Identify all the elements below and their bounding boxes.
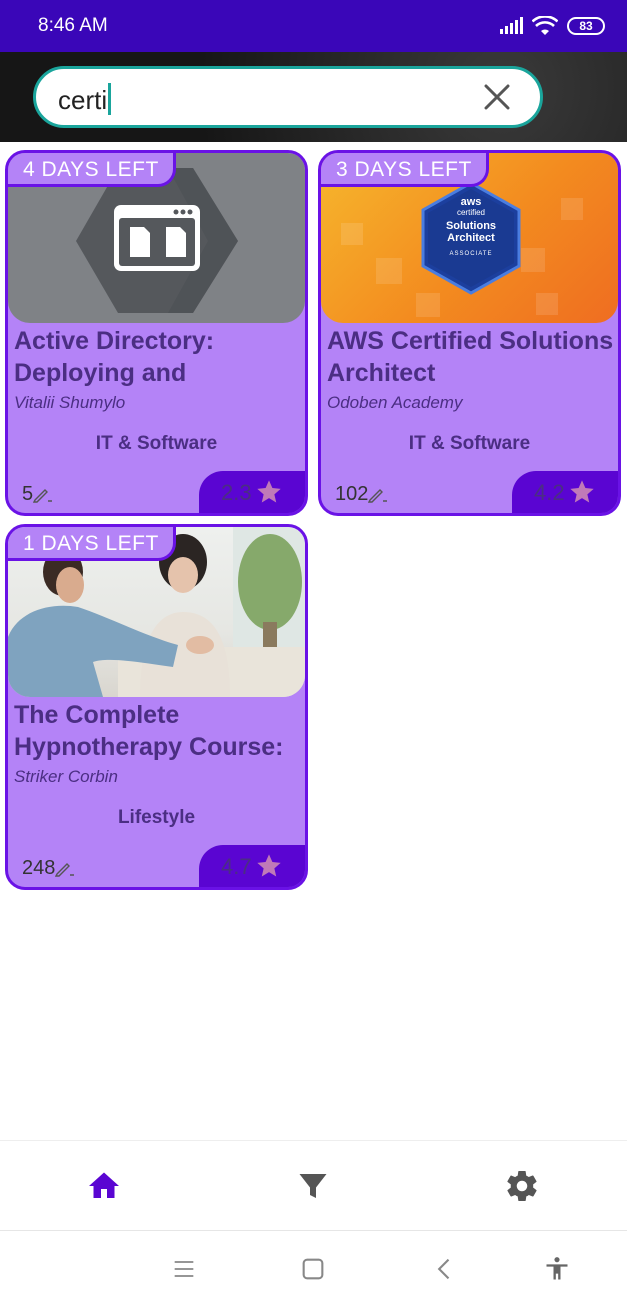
star-icon bbox=[570, 480, 594, 503]
days-left-badge: 4 DAYS LEFT bbox=[8, 153, 176, 187]
battery-indicator: 83 bbox=[567, 17, 605, 35]
rating-value: 4.2 bbox=[534, 480, 565, 505]
pen-icon bbox=[368, 488, 388, 503]
filter-icon[interactable] bbox=[295, 1168, 331, 1204]
course-author: Striker Corbin bbox=[14, 767, 118, 786]
search-header: certi bbox=[0, 52, 627, 142]
rating-tab: 2.3 bbox=[199, 471, 305, 513]
text-caret bbox=[108, 83, 112, 115]
search-query: certi bbox=[58, 85, 108, 115]
days-left-badge: 1 DAYS LEFT bbox=[8, 527, 176, 561]
accessibility-icon[interactable] bbox=[543, 1255, 571, 1283]
rating-value: 2.3 bbox=[221, 480, 252, 505]
rating-tab: 4.7 bbox=[199, 845, 305, 887]
review-count: 5 bbox=[22, 483, 34, 505]
search-input[interactable]: certi bbox=[33, 66, 543, 128]
pen-icon bbox=[55, 862, 75, 877]
rating-value: 4.7 bbox=[221, 854, 252, 879]
review-count: 102 bbox=[335, 483, 369, 505]
course-card[interactable]: aws certified Solutions Architect ASSOCI… bbox=[318, 150, 621, 516]
rating-tab: 4.2 bbox=[512, 471, 618, 513]
signal-icon bbox=[500, 17, 523, 34]
course-author: Odoben Academy bbox=[327, 393, 463, 412]
review-count: 248 bbox=[22, 857, 56, 879]
star-icon bbox=[257, 854, 281, 877]
menu-icon[interactable] bbox=[170, 1255, 198, 1283]
bottom-navigation bbox=[0, 1140, 627, 1230]
home-square-icon[interactable] bbox=[299, 1255, 327, 1283]
course-card[interactable]: 1 DAYS LEFT The Complete Hypnotherapy Co… bbox=[5, 524, 308, 890]
course-title: Active Directory: Deploying and bbox=[14, 327, 215, 387]
aws-certified: certified bbox=[456, 208, 485, 217]
course-card[interactable]: 4 DAYS LEFT Active Directory: Deploying … bbox=[5, 150, 308, 516]
badge-architect: Architect bbox=[447, 232, 495, 244]
back-icon[interactable] bbox=[431, 1255, 459, 1283]
course-category: Lifestyle bbox=[117, 807, 196, 828]
star-icon bbox=[257, 480, 281, 503]
course-author: Vitalii Shumylo bbox=[14, 393, 126, 412]
course-title: AWS Certified Solutions Architect bbox=[327, 327, 614, 387]
badge-solutions: Solutions bbox=[445, 220, 497, 232]
home-icon[interactable] bbox=[86, 1168, 122, 1204]
course-category: IT & Software bbox=[95, 433, 218, 454]
settings-icon[interactable] bbox=[504, 1168, 540, 1204]
status-time: 8:46 AM bbox=[38, 15, 108, 36]
badge-associate: ASSOCIATE bbox=[449, 251, 493, 257]
clear-search-icon[interactable] bbox=[482, 82, 512, 112]
days-left-badge: 3 DAYS LEFT bbox=[321, 153, 489, 187]
system-navigation-bar bbox=[0, 1230, 627, 1306]
course-category: IT & Software bbox=[408, 433, 531, 454]
course-title: The Complete Hypnotherapy Course: bbox=[14, 701, 284, 761]
aws-brand: aws bbox=[460, 196, 482, 208]
status-bar: 8:46 AM 83 bbox=[0, 0, 627, 52]
pen-icon bbox=[33, 488, 53, 503]
wifi-icon bbox=[532, 16, 558, 35]
